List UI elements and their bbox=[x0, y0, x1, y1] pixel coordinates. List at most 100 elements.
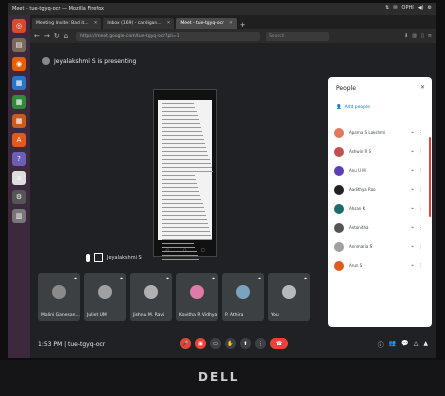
search-bar[interactable]: Search bbox=[266, 31, 330, 41]
tab-label: Inbox (169) - cardigan... bbox=[107, 21, 162, 26]
new-tab-icon[interactable]: + bbox=[240, 21, 246, 29]
side-control-icon[interactable]: 💬 bbox=[401, 340, 408, 349]
home-icon[interactable]: ⌂ bbox=[64, 32, 68, 40]
browser-tab[interactable]: Inbox (169) - cardigan... ✕ bbox=[103, 18, 175, 29]
raise-hand-icon[interactable]: ✋ bbox=[225, 338, 236, 349]
doc-text-line bbox=[162, 191, 200, 192]
tray-item[interactable]: ◀) bbox=[418, 5, 424, 11]
url-bar[interactable]: https://meet.google.com/tue-tgyq-ocr?pli… bbox=[76, 31, 261, 41]
pin-icon[interactable]: ⌖ bbox=[411, 244, 414, 250]
close-tab-icon[interactable]: ✕ bbox=[167, 21, 171, 26]
reload-icon[interactable]: ↻ bbox=[54, 32, 60, 40]
more-icon[interactable]: ⋮ bbox=[418, 187, 423, 193]
firefox-icon[interactable]: ◉ bbox=[12, 57, 26, 71]
pin-icon[interactable]: ⌖ bbox=[411, 263, 414, 269]
amazon-icon[interactable]: a bbox=[12, 171, 26, 185]
captions-icon[interactable]: ▭ bbox=[210, 338, 221, 349]
close-tab-icon[interactable]: ✕ bbox=[229, 21, 233, 26]
writer-icon[interactable]: ▦ bbox=[12, 76, 26, 90]
people-row[interactable]: Annmaria S ⌖ ⋮ bbox=[334, 237, 426, 256]
menu-icon[interactable]: ≡ bbox=[428, 33, 432, 39]
doc-text-line bbox=[162, 111, 197, 112]
more-icon[interactable]: ⋮ bbox=[418, 149, 423, 155]
more-icon[interactable]: ⋮ bbox=[418, 225, 423, 231]
pin-icon[interactable]: ⌖ bbox=[411, 187, 414, 193]
people-scrollbar[interactable] bbox=[429, 137, 431, 217]
browser-tab-strip[interactable]: Meeting Invite: Bad it... ✕ Inbox (169) - … bbox=[30, 15, 436, 29]
pin-icon[interactable]: ⌖ bbox=[166, 276, 169, 282]
add-people-button[interactable]: 👤 Add people bbox=[336, 105, 370, 110]
person-name: Annmaria S bbox=[349, 244, 373, 249]
close-icon[interactable]: ✕ bbox=[420, 84, 425, 91]
side-control-icon[interactable]: ⓘ bbox=[378, 340, 384, 349]
people-row[interactable]: Arun S ⌖ ⋮ bbox=[334, 256, 426, 275]
doc-text-line bbox=[162, 131, 202, 132]
mic-off-icon[interactable]: 🎤 bbox=[180, 338, 191, 349]
people-row[interactable]: Aparna S Lakshmi ⌖ ⋮ bbox=[334, 123, 426, 142]
downloads-icon[interactable]: ⬇ bbox=[404, 33, 408, 39]
tray-item[interactable]: OPHI bbox=[402, 5, 414, 11]
settings-icon[interactable]: ⚙ bbox=[12, 190, 26, 204]
pin-icon[interactable]: ⌖ bbox=[411, 168, 414, 174]
participant-name: P. Athira bbox=[225, 313, 244, 318]
software-icon[interactable]: A bbox=[12, 133, 26, 147]
system-tray[interactable]: ⇅ ✉ OPHI ◀) ⚙ bbox=[385, 5, 432, 11]
forward-icon[interactable]: → bbox=[44, 32, 50, 40]
ubuntu-icon[interactable]: ◎ bbox=[12, 19, 26, 33]
doc-text-line bbox=[162, 255, 198, 256]
people-row[interactable]: Ashwin R S ⌖ ⋮ bbox=[334, 142, 426, 161]
back-icon[interactable]: ← bbox=[34, 32, 40, 40]
side-control-icon[interactable]: △ bbox=[414, 340, 419, 349]
people-row[interactable]: Ahsan K ⌖ ⋮ bbox=[334, 199, 426, 218]
browser-tab[interactable]: Meet - tue-tgyq-ocr ✕ bbox=[176, 18, 237, 29]
side-control-icon[interactable]: ▲ bbox=[423, 340, 428, 349]
more-icon[interactable]: ⋮ bbox=[418, 206, 423, 212]
pin-icon[interactable]: ⌖ bbox=[411, 225, 414, 231]
library-icon[interactable]: ▥ bbox=[412, 33, 417, 39]
present-icon[interactable]: ⬆ bbox=[240, 338, 251, 349]
people-row[interactable]: Antonitha ⌖ ⋮ bbox=[334, 218, 426, 237]
more-icon[interactable]: ⋮ bbox=[418, 168, 423, 174]
pin-icon[interactable]: ⌖ bbox=[411, 130, 414, 136]
mic-icon bbox=[86, 253, 90, 262]
meet-area: Jeyalakshmi S is presenting ◁ ○ □ Jeyala… bbox=[30, 43, 436, 358]
pin-icon[interactable]: ⌖ bbox=[411, 206, 414, 212]
trash-icon[interactable]: ▥ bbox=[12, 209, 26, 223]
people-row[interactable]: Anu U M ⌖ ⋮ bbox=[334, 161, 426, 180]
pin-icon[interactable]: ⌖ bbox=[120, 276, 123, 282]
pin-icon[interactable]: ⌖ bbox=[74, 276, 77, 282]
pin-icon[interactable]: ⌖ bbox=[258, 276, 261, 282]
more-options-icon[interactable]: ⋮ bbox=[255, 338, 266, 349]
meeting-clock: 1:53 PM | tue-tgyq-ocr bbox=[38, 341, 106, 348]
pin-icon[interactable]: ⌖ bbox=[212, 276, 215, 282]
more-icon[interactable]: ⋮ bbox=[418, 263, 423, 269]
add-person-icon: 👤 bbox=[336, 105, 342, 110]
sidebar-icon[interactable]: ▯ bbox=[421, 33, 424, 39]
leave-call-icon[interactable]: ☎ bbox=[270, 338, 288, 349]
pin-icon[interactable]: ⌖ bbox=[304, 276, 307, 282]
side-control-icon[interactable]: 👥 bbox=[389, 340, 396, 349]
people-list: Aparna S Lakshmi ⌖ ⋮ Ashwin R S ⌖ ⋮ Anu U M ⌖ ⋮ A… bbox=[334, 123, 426, 275]
tab-label: Meet - tue-tgyq-ocr bbox=[180, 21, 224, 26]
present-box-icon bbox=[94, 253, 103, 262]
calc-icon[interactable]: ▦ bbox=[12, 95, 26, 109]
help-icon[interactable]: ? bbox=[12, 152, 26, 166]
more-icon[interactable]: ⋮ bbox=[418, 130, 423, 136]
browser-tab[interactable]: Meeting Invite: Bad it... ✕ bbox=[32, 18, 102, 29]
app-launcher[interactable]: ◎ ▤ ◉ ▦ ▦ ▦ A? a ⚙ ▥ bbox=[8, 15, 30, 358]
close-tab-icon[interactable]: ✕ bbox=[94, 21, 98, 26]
impress-icon[interactable]: ▦ bbox=[12, 114, 26, 128]
avatar bbox=[98, 285, 112, 299]
doc-text-line bbox=[162, 159, 210, 160]
people-row[interactable]: Aadithya Rao ⌖ ⋮ bbox=[334, 180, 426, 199]
files-icon[interactable]: ▤ bbox=[12, 38, 26, 52]
camera-off-icon[interactable]: ▣ bbox=[195, 338, 206, 349]
doc-text-line bbox=[162, 167, 212, 168]
tray-item[interactable]: ✉ bbox=[393, 5, 397, 11]
shared-screen: ◁ ○ □ bbox=[153, 89, 217, 260]
more-icon[interactable]: ⋮ bbox=[418, 244, 423, 250]
person-name: Antonitha bbox=[349, 225, 369, 230]
tray-item[interactable]: ⇅ bbox=[385, 5, 389, 11]
pin-icon[interactable]: ⌖ bbox=[411, 149, 414, 155]
tray-item[interactable]: ⚙ bbox=[428, 5, 432, 11]
